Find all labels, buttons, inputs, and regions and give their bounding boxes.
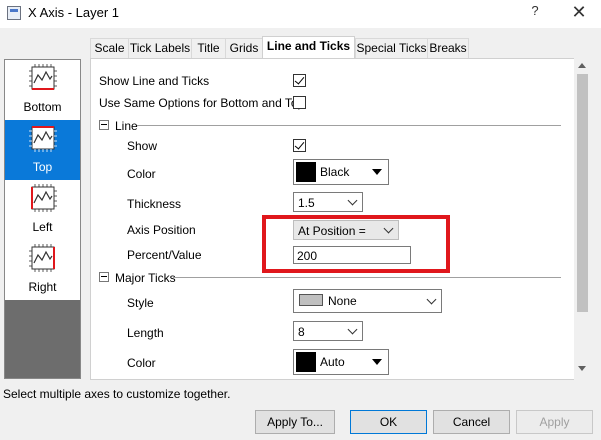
- line-color-label: Color: [127, 167, 156, 181]
- ticks-style-value: None: [328, 294, 357, 308]
- line-color-picker[interactable]: Black: [293, 159, 389, 185]
- window-title: X Axis - Layer 1: [28, 5, 120, 20]
- chevron-down-icon: [347, 195, 358, 206]
- close-button[interactable]: ✕: [567, 1, 591, 23]
- color-swatch: [296, 352, 316, 372]
- ticks-color-label: Color: [127, 356, 156, 370]
- group-divider: [173, 277, 561, 278]
- thickness-value: 1.5: [298, 196, 315, 210]
- axis-selector-panel: Bottom Top Left Right: [4, 59, 81, 379]
- cancel-button[interactable]: Cancel: [433, 410, 510, 434]
- ticks-style-label: Style: [127, 296, 154, 310]
- chevron-down-icon: [347, 324, 358, 335]
- ticks-color-value: Auto: [320, 355, 345, 369]
- scroll-down-icon[interactable]: [578, 366, 586, 371]
- axis-item-left[interactable]: Left: [5, 180, 80, 240]
- axis-item-bottom[interactable]: Bottom: [5, 60, 80, 120]
- axis-thumbnail-icon: [29, 244, 55, 272]
- axis-thumbnail-icon: [29, 64, 57, 90]
- axis-item-label: Right: [28, 280, 57, 294]
- tab-tick-labels[interactable]: Tick Labels: [128, 38, 192, 58]
- axis-position-label: Axis Position: [127, 223, 196, 237]
- title-bar: X Axis - Layer 1 ? ✕: [0, 0, 601, 28]
- settings-panel: Show Line and Ticks Use Same Options for…: [90, 58, 591, 380]
- axis-item-label: Bottom: [23, 100, 62, 114]
- major-ticks-group-title: Major Ticks: [115, 271, 176, 285]
- style-swatch: [299, 294, 323, 306]
- annotation-highlight-box: [262, 215, 450, 273]
- line-show-label: Show: [127, 139, 158, 153]
- apply-to-button[interactable]: Apply To...: [255, 410, 335, 434]
- tab-line-and-ticks[interactable]: Line and Ticks: [262, 36, 355, 58]
- tab-title[interactable]: Title: [191, 38, 226, 58]
- ticks-length-label: Length: [127, 326, 164, 340]
- axis-thumbnail-icon: [31, 184, 57, 212]
- line-show-checkbox[interactable]: [293, 139, 306, 152]
- thickness-label: Thickness: [127, 197, 182, 211]
- same-options-label: Use Same Options for Bottom and Top: [99, 96, 305, 110]
- axis-item-top[interactable]: Top: [5, 120, 80, 180]
- dropdown-arrow-icon: [372, 169, 382, 175]
- chevron-down-icon: [426, 294, 437, 305]
- tab-scale[interactable]: Scale: [90, 38, 129, 58]
- apply-button[interactable]: Apply: [516, 410, 593, 434]
- color-swatch: [296, 162, 316, 182]
- tab-special-ticks[interactable]: Special Ticks: [355, 38, 428, 58]
- axis-thumbnail-icon: [29, 126, 57, 152]
- line-group-title: Line: [115, 119, 138, 133]
- thickness-select[interactable]: 1.5: [293, 192, 363, 212]
- dropdown-arrow-icon: [372, 359, 382, 365]
- collapse-icon[interactable]: [99, 272, 109, 282]
- scroll-thumb[interactable]: [577, 74, 588, 312]
- scroll-up-icon[interactable]: [578, 63, 586, 68]
- axis-item-right[interactable]: Right: [5, 240, 80, 300]
- ok-button[interactable]: OK: [350, 410, 427, 434]
- show-line-ticks-checkbox[interactable]: [293, 74, 306, 87]
- axis-item-label: Top: [32, 160, 53, 174]
- tab-grids[interactable]: Grids: [225, 38, 263, 58]
- vertical-scrollbar[interactable]: [574, 58, 591, 380]
- group-divider: [137, 125, 561, 126]
- axis-item-label: Left: [32, 220, 53, 234]
- tab-breaks[interactable]: Breaks: [427, 38, 469, 58]
- ticks-length-select[interactable]: 8: [293, 321, 363, 341]
- collapse-icon[interactable]: [99, 120, 109, 130]
- app-icon: [7, 6, 21, 20]
- ticks-length-value: 8: [298, 325, 305, 339]
- show-line-ticks-label: Show Line and Ticks: [99, 74, 210, 88]
- help-button[interactable]: ?: [527, 3, 543, 21]
- line-color-value: Black: [320, 165, 350, 179]
- ticks-color-picker[interactable]: Auto: [293, 349, 389, 375]
- percent-value-label: Percent/Value: [127, 248, 202, 262]
- hint-text: Select multiple axes to customize togeth…: [3, 387, 231, 401]
- same-options-checkbox[interactable]: [293, 96, 306, 109]
- ticks-style-select[interactable]: None: [293, 289, 442, 313]
